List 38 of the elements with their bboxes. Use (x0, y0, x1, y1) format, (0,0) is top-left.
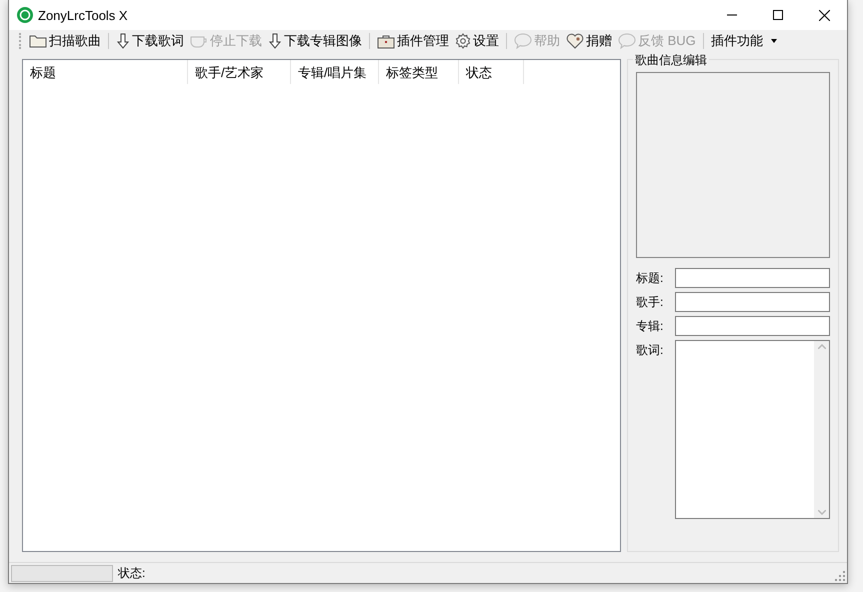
folder-icon (29, 34, 47, 48)
toolbar-button[interactable]: 插件管理 (375, 30, 451, 52)
app-logo-icon (17, 7, 33, 23)
cup-icon (190, 34, 208, 48)
dropdown-button[interactable]: 插件功能 (708, 30, 779, 52)
field-label: 歌手: (636, 294, 664, 311)
briefcase-icon (377, 34, 395, 48)
toolbar-button[interactable]: 捐赠 (564, 30, 614, 52)
column-header[interactable]: 状态 (459, 60, 524, 84)
song-list[interactable]: 标题 歌手/艺术家 专辑/唱片集 标签类型 状态 (22, 59, 621, 552)
speech-bubble-icon (618, 33, 636, 49)
lyrics-field[interactable] (675, 340, 830, 519)
column-header[interactable]: 标题 (23, 60, 188, 84)
column-header[interactable]: 专辑/唱片集 (291, 60, 379, 84)
column-header[interactable]: 标签类型 (379, 60, 459, 84)
maximize-icon (773, 10, 783, 20)
toolbar-button[interactable]: 下载专辑图像 (266, 30, 364, 52)
down-arrow-icon (116, 33, 130, 49)
input-field[interactable] (675, 292, 830, 312)
window-title: ZonyLrcTools X (38, 8, 129, 22)
resize-grip-icon[interactable] (835, 571, 845, 581)
gear-icon (455, 33, 471, 49)
input-field[interactable] (675, 268, 830, 288)
group-title: 歌曲信息编辑 (633, 52, 709, 69)
caret-icon (770, 39, 777, 43)
field-label: 歌词: (636, 342, 664, 359)
close-icon (818, 10, 830, 20)
status-label: 状态: (118, 564, 146, 582)
field-label: 标题: (636, 270, 664, 287)
field-label: 专辑: (636, 318, 664, 335)
input-field[interactable] (675, 316, 830, 336)
toolbar-button[interactable]: 扫描歌曲 (27, 30, 103, 52)
toolbar-button[interactable]: 设置 (453, 30, 501, 52)
heart-icon (566, 33, 584, 49)
down-arrow-icon (268, 33, 282, 49)
speech-bubble-icon (514, 33, 532, 49)
column-header[interactable]: 歌手/艺术家 (188, 60, 291, 84)
toolbar-button[interactable]: 下载歌词 (114, 30, 186, 52)
